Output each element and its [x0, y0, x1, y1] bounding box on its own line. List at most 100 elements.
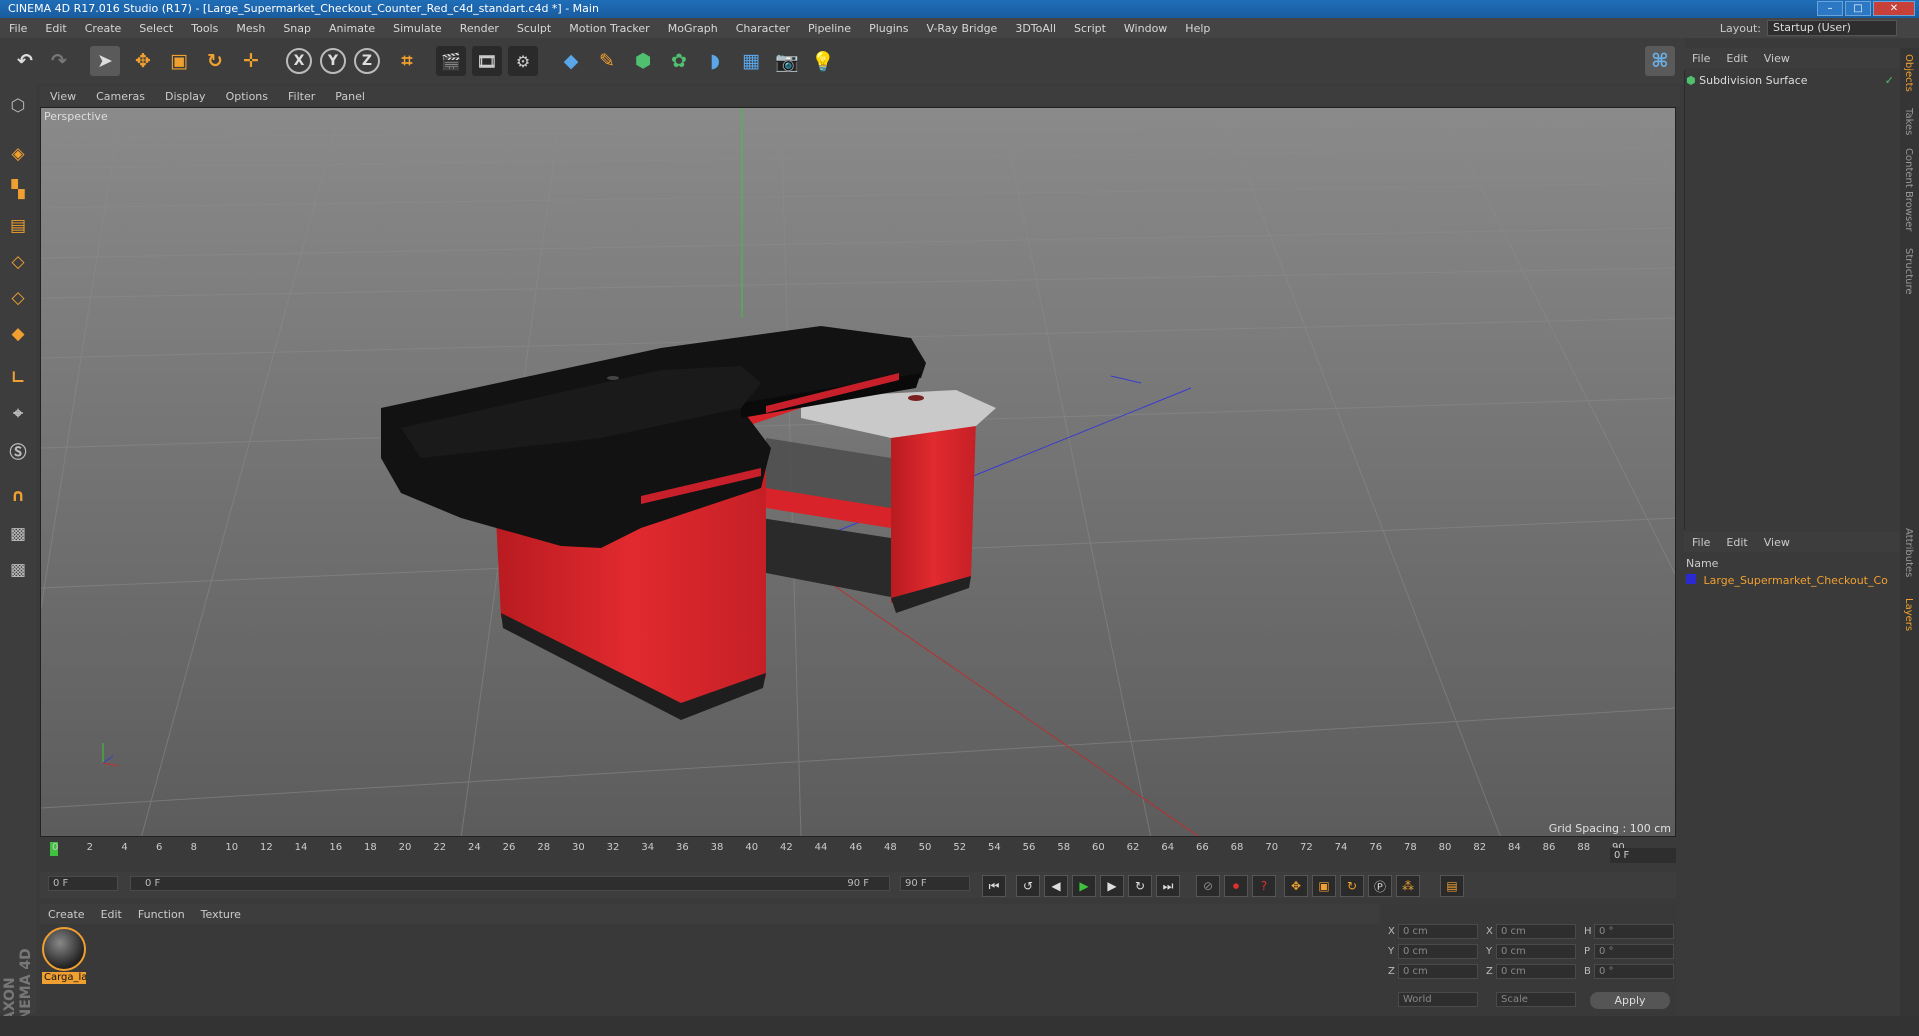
- timeline-ruler[interactable]: 0 2 4 6 8 10 12 14 16 18 20 22 24 26 28 30 32 34 36 38 40 42 4…: [40, 840, 1676, 862]
- menu-animate[interactable]: Animate: [320, 22, 384, 35]
- render-picture-viewer-icon[interactable]: 🎞: [472, 46, 502, 76]
- menu-window[interactable]: Window: [1115, 22, 1176, 35]
- tab-layers[interactable]: Layers: [1903, 598, 1914, 631]
- menu-script[interactable]: Script: [1065, 22, 1115, 35]
- autokey-icon[interactable]: ⏺: [1224, 875, 1248, 897]
- planar-workplane-icon[interactable]: ▩: [4, 556, 32, 584]
- floor-icon[interactable]: ▦: [736, 46, 766, 76]
- size-y-field[interactable]: 0 cm: [1496, 944, 1576, 959]
- render-view-icon[interactable]: 🎬: [436, 46, 466, 76]
- menu-plugins[interactable]: Plugins: [860, 22, 917, 35]
- visibility-check-icon[interactable]: ✓: [1885, 74, 1894, 87]
- rotate-tool-icon[interactable]: ↻: [200, 46, 230, 76]
- tab-takes[interactable]: Takes: [1903, 108, 1914, 135]
- scale-tool-icon[interactable]: ▣: [164, 46, 194, 76]
- material-name[interactable]: Carga_la: [42, 972, 86, 984]
- light-icon[interactable]: 💡: [808, 46, 838, 76]
- layer-name[interactable]: Large_Supermarket_Checkout_Co: [1704, 574, 1888, 587]
- polygons-mode-icon[interactable]: ◆: [4, 320, 32, 348]
- menu-pipeline[interactable]: Pipeline: [799, 22, 860, 35]
- play-icon[interactable]: ▶: [1072, 875, 1096, 897]
- menu-character[interactable]: Character: [727, 22, 799, 35]
- key-rotation-icon[interactable]: ↻: [1340, 875, 1364, 897]
- menu-select[interactable]: Select: [130, 22, 182, 35]
- move-tool-icon[interactable]: ✥: [128, 46, 158, 76]
- axis-mode-icon[interactable]: ∟: [4, 364, 32, 392]
- menu-file[interactable]: File: [0, 22, 36, 35]
- python-icon[interactable]: ⌘: [1645, 46, 1675, 76]
- edges-mode-icon[interactable]: ◇: [4, 284, 32, 312]
- subdivision-icon[interactable]: ⬢: [628, 46, 658, 76]
- points-mode-icon[interactable]: ◇: [4, 248, 32, 276]
- viewport-menu-filter[interactable]: Filter: [278, 90, 325, 103]
- undo-icon[interactable]: ↶: [10, 46, 40, 76]
- menu-mograph[interactable]: MoGraph: [659, 22, 727, 35]
- maximize-button[interactable]: □: [1845, 1, 1871, 16]
- menu-create[interactable]: Create: [76, 22, 131, 35]
- material-menu-function[interactable]: Function: [130, 908, 193, 921]
- menu-simulate[interactable]: Simulate: [384, 22, 451, 35]
- material-menu-create[interactable]: Create: [40, 908, 93, 921]
- rotation-h-field[interactable]: 0 °: [1594, 924, 1674, 939]
- material-menu-edit[interactable]: Edit: [93, 908, 130, 921]
- material-thumbnail[interactable]: [42, 927, 86, 971]
- previous-frame-icon[interactable]: ◀: [1044, 875, 1068, 897]
- apply-button[interactable]: Apply: [1590, 992, 1670, 1009]
- layout-dropdown[interactable]: Startup (User): [1767, 20, 1897, 36]
- size-mode-dropdown[interactable]: Scale: [1496, 992, 1576, 1007]
- tab-objects[interactable]: Objects: [1903, 54, 1914, 92]
- layer-menu-edit[interactable]: Edit: [1718, 536, 1755, 549]
- coordinate-system-icon[interactable]: ⌗: [392, 46, 422, 76]
- menu-motion-tracker[interactable]: Motion Tracker: [560, 22, 658, 35]
- live-selection-icon[interactable]: ✛: [236, 46, 266, 76]
- material-menu-texture[interactable]: Texture: [193, 908, 249, 921]
- rotation-b-field[interactable]: 0 °: [1594, 964, 1674, 979]
- close-button[interactable]: ✕: [1873, 1, 1915, 16]
- workplane-lock-icon[interactable]: ▩: [4, 520, 32, 548]
- make-editable-icon[interactable]: ⬡: [4, 92, 32, 120]
- object-name[interactable]: Subdivision Surface: [1699, 74, 1807, 87]
- camera-icon[interactable]: 📷: [772, 46, 802, 76]
- menu-help[interactable]: Help: [1176, 22, 1219, 35]
- menu-vray-bridge[interactable]: V-Ray Bridge: [917, 22, 1006, 35]
- position-y-field[interactable]: 0 cm: [1398, 944, 1478, 959]
- menu-tools[interactable]: Tools: [182, 22, 227, 35]
- menu-sculpt[interactable]: Sculpt: [508, 22, 560, 35]
- viewport-menu-panel[interactable]: Panel: [325, 90, 375, 103]
- current-time-field[interactable]: 0 F: [48, 876, 118, 891]
- tab-structure[interactable]: Structure: [1903, 248, 1914, 295]
- current-frame-field[interactable]: 0 F: [1610, 848, 1676, 863]
- position-z-field[interactable]: 0 cm: [1398, 964, 1478, 979]
- menu-3dtoall[interactable]: 3DToAll: [1006, 22, 1065, 35]
- layer-row[interactable]: Large_Supermarket_Checkout_Co: [1686, 574, 1898, 587]
- model-mode-icon[interactable]: ◈: [4, 140, 32, 168]
- snap-icon[interactable]: Ⓢ: [4, 436, 32, 464]
- timeline-layout-icon[interactable]: ▤: [1440, 875, 1464, 897]
- x-axis-icon[interactable]: X: [286, 48, 312, 74]
- viewport-menu-options[interactable]: Options: [216, 90, 278, 103]
- coordinate-mode-dropdown[interactable]: World: [1398, 992, 1478, 1007]
- record-keys-icon[interactable]: ⊘: [1196, 875, 1220, 897]
- size-x-field[interactable]: 0 cm: [1496, 924, 1576, 939]
- y-axis-icon[interactable]: Y: [320, 48, 346, 74]
- size-z-field[interactable]: 0 cm: [1496, 964, 1576, 979]
- previous-key-icon[interactable]: ↺: [1016, 875, 1040, 897]
- spline-pen-icon[interactable]: ✎: [592, 46, 622, 76]
- minimize-button[interactable]: –: [1817, 1, 1843, 16]
- menu-snap[interactable]: Snap: [274, 22, 320, 35]
- viewport-menu-display[interactable]: Display: [155, 90, 216, 103]
- next-frame-icon[interactable]: ▶: [1100, 875, 1124, 897]
- tweak-mode-icon[interactable]: ⌖: [4, 400, 32, 428]
- layer-menu-file[interactable]: File: [1684, 536, 1718, 549]
- cube-icon[interactable]: ◆: [556, 46, 586, 76]
- object-menu-view[interactable]: View: [1756, 52, 1798, 65]
- render-settings-icon[interactable]: ⚙: [508, 46, 538, 76]
- select-tool-icon[interactable]: ➤: [90, 46, 120, 76]
- deformer-icon[interactable]: ◗: [700, 46, 730, 76]
- object-row[interactable]: ⬢ Subdivision Surface ✓: [1686, 74, 1898, 90]
- array-icon[interactable]: ✿: [664, 46, 694, 76]
- rotation-p-field[interactable]: 0 °: [1594, 944, 1674, 959]
- go-to-start-icon[interactable]: ⏮: [982, 875, 1006, 897]
- texture-mode-icon[interactable]: ▚: [4, 176, 32, 204]
- object-menu-edit[interactable]: Edit: [1718, 52, 1755, 65]
